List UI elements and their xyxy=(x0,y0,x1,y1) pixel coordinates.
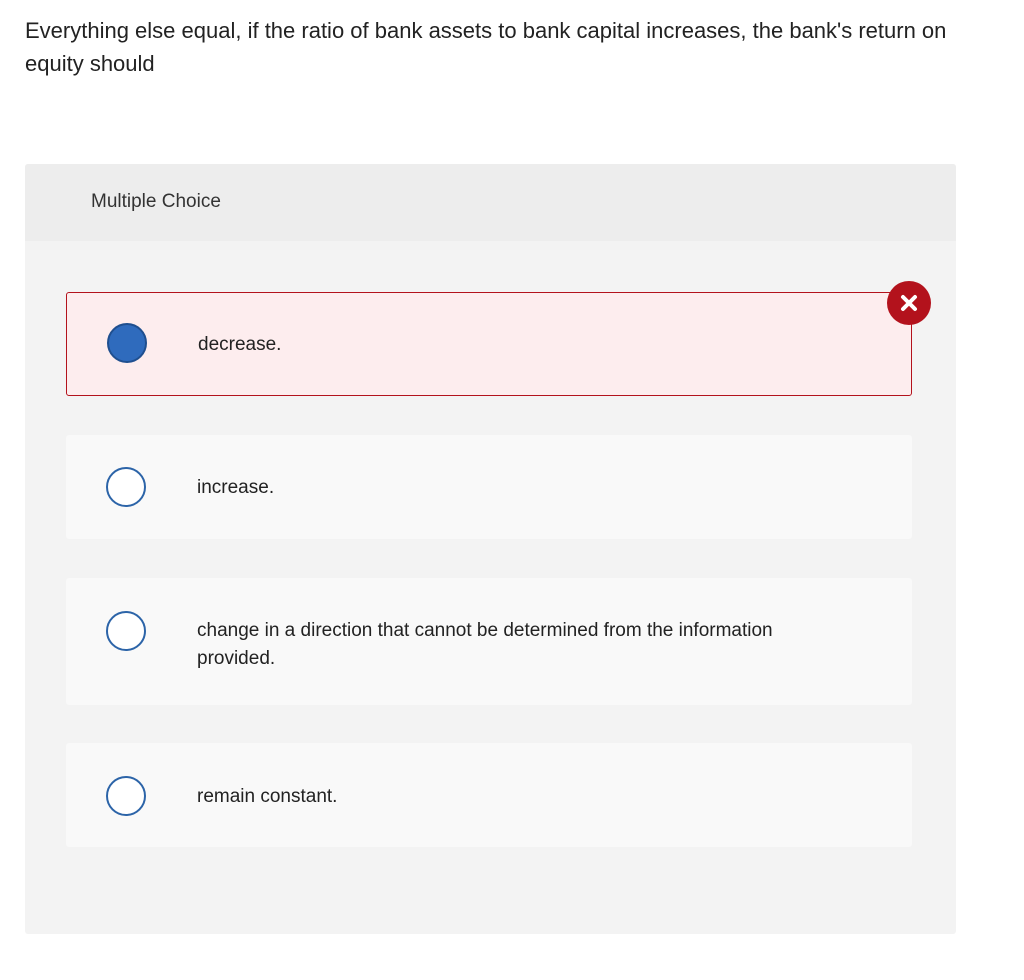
choice-label: decrease. xyxy=(198,334,282,355)
question-text: Everything else equal, if the ratio of b… xyxy=(25,18,947,76)
panel-title: Multiple Choice xyxy=(91,191,221,212)
choice-label: increase. xyxy=(197,477,275,498)
close-icon xyxy=(901,295,917,311)
choice-label: change in a direction that cannot be det… xyxy=(197,620,773,669)
choice-option-decrease[interactable]: decrease. xyxy=(66,292,912,396)
radio-button[interactable] xyxy=(106,776,146,816)
radio-button[interactable] xyxy=(106,611,146,651)
choice-option-increase[interactable]: increase. xyxy=(66,435,912,539)
choice-option-remain-constant[interactable]: remain constant. xyxy=(66,743,912,847)
choice-option-cannot-determine[interactable]: change in a direction that cannot be det… xyxy=(66,578,912,705)
radio-button-selected[interactable] xyxy=(107,323,147,363)
radio-button[interactable] xyxy=(106,467,146,507)
incorrect-badge xyxy=(887,281,931,325)
panel-header: Multiple Choice xyxy=(25,164,956,241)
choice-label: remain constant. xyxy=(197,786,338,807)
answer-panel: Multiple Choice decrease. increase. chan… xyxy=(25,164,956,934)
